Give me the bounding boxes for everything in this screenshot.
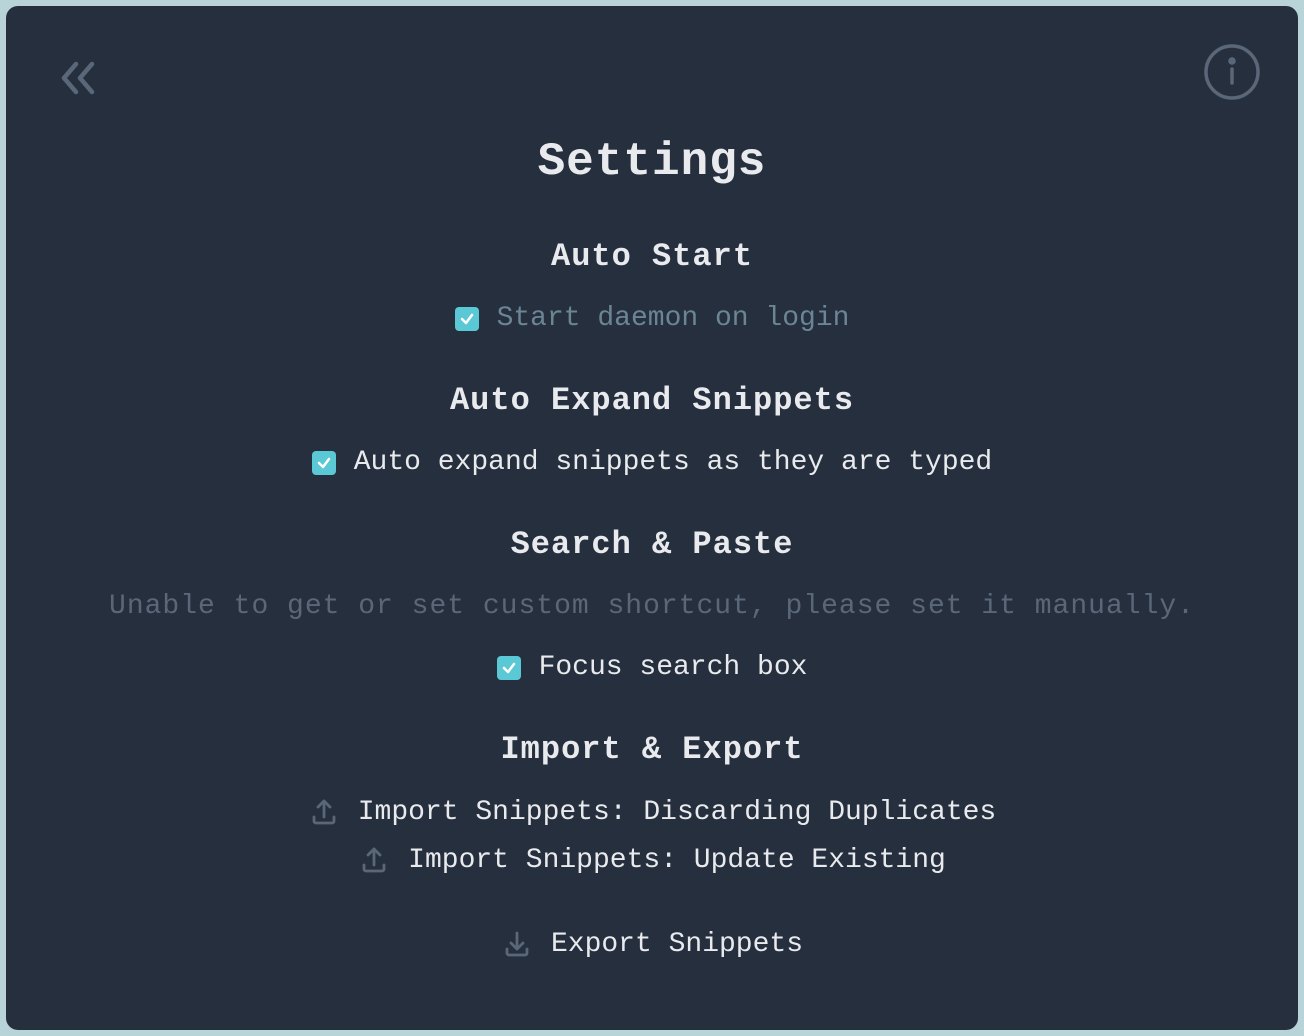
checkbox-icon (312, 451, 336, 475)
auto-expand-heading: Auto Expand Snippets (450, 382, 854, 419)
download-icon (501, 928, 533, 960)
chevron-left-double-icon (56, 56, 100, 100)
settings-content: Settings Auto Start Start daemon on logi… (46, 46, 1258, 1024)
auto-expand-checkbox-row[interactable]: Auto expand snippets as they are typed (312, 447, 993, 478)
auto-expand-label: Auto expand snippets as they are typed (354, 447, 993, 478)
focus-search-checkbox-row[interactable]: Focus search box (497, 652, 808, 683)
section-import-export: Import & Export Import Snippets: Discard… (46, 731, 1258, 976)
section-auto-start: Auto Start Start daemon on login (46, 238, 1258, 334)
import-export-heading: Import & Export (500, 731, 803, 768)
info-button[interactable] (1202, 42, 1262, 102)
import-discard-label: Import Snippets: Discarding Duplicates (358, 797, 997, 828)
section-auto-expand: Auto Expand Snippets Auto expand snippet… (46, 382, 1258, 478)
page-title: Settings (538, 136, 767, 188)
info-icon (1203, 43, 1261, 101)
upload-icon (308, 796, 340, 828)
export-button[interactable]: Export Snippets (501, 928, 803, 960)
import-update-button[interactable]: Import Snippets: Update Existing (358, 844, 946, 876)
checkbox-icon (455, 307, 479, 331)
export-label: Export Snippets (551, 929, 803, 960)
import-discard-button[interactable]: Import Snippets: Discarding Duplicates (308, 796, 997, 828)
focus-search-label: Focus search box (539, 652, 808, 683)
auto-start-checkbox-row[interactable]: Start daemon on login (455, 303, 850, 334)
section-search-paste: Search & Paste Unable to get or set cust… (46, 526, 1258, 683)
back-button[interactable] (54, 54, 102, 102)
settings-panel: Settings Auto Start Start daemon on logi… (6, 6, 1298, 1030)
search-paste-heading: Search & Paste (511, 526, 794, 563)
import-update-label: Import Snippets: Update Existing (408, 845, 946, 876)
checkbox-icon (497, 656, 521, 680)
auto-start-label: Start daemon on login (497, 303, 850, 334)
auto-start-heading: Auto Start (551, 238, 753, 275)
upload-icon (358, 844, 390, 876)
shortcut-warning-text: Unable to get or set custom shortcut, pl… (109, 591, 1195, 622)
